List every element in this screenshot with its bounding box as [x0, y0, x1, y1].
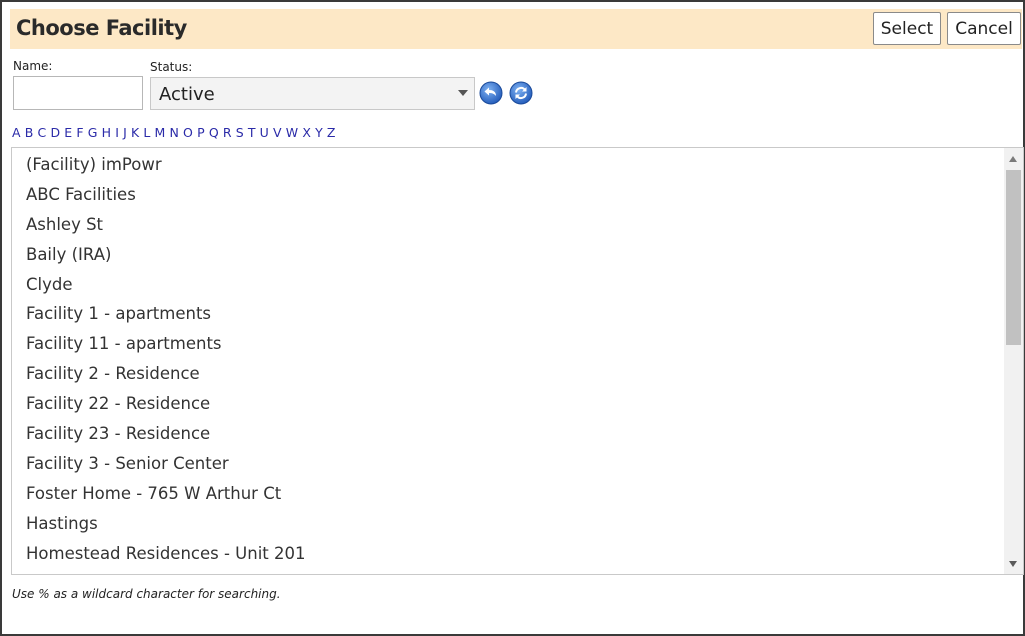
facility-list-item[interactable]: Facility 3 - Senior Center [26, 449, 999, 479]
dialog-header: Choose Facility Select Cancel [10, 9, 1022, 49]
letter-filter-p[interactable]: P [197, 125, 205, 140]
facility-list-item[interactable]: Facility 11 - apartments [26, 329, 999, 359]
letter-filter-y[interactable]: Y [315, 125, 323, 140]
wildcard-hint: Use % as a wildcard character for search… [12, 587, 281, 601]
letter-filter-o[interactable]: O [183, 125, 193, 140]
letter-filter-t[interactable]: T [248, 125, 256, 140]
letter-filter-w[interactable]: W [286, 125, 298, 140]
name-label: Name: [13, 59, 53, 73]
letter-filter-f[interactable]: F [76, 125, 83, 140]
letter-filter-g[interactable]: G [88, 125, 98, 140]
undo-arrow-icon[interactable] [479, 81, 503, 105]
scroll-up-arrow-icon[interactable] [1009, 156, 1017, 162]
facility-list-item[interactable]: Facility 22 - Residence [26, 389, 999, 419]
facility-list-item[interactable]: Hastings [26, 509, 999, 539]
facility-list-item[interactable]: Facility 23 - Residence [26, 419, 999, 449]
letter-filter-m[interactable]: M [155, 125, 166, 140]
letter-filter-i[interactable]: I [115, 125, 119, 140]
scrollbar-thumb[interactable] [1006, 170, 1021, 345]
facility-list-items: (Facility) imPowr ABC Facilities Ashley St… [26, 150, 999, 568]
cancel-button[interactable]: Cancel [947, 12, 1021, 45]
dropdown-arrow-icon [458, 90, 468, 96]
letter-filter-s[interactable]: S [236, 125, 244, 140]
letter-filter-z[interactable]: Z [327, 125, 336, 140]
letter-filter-j[interactable]: J [123, 125, 127, 140]
facility-list-item[interactable]: Foster Home - 765 W Arthur Ct [26, 479, 999, 509]
facility-list-item[interactable]: (Facility) imPowr [26, 150, 999, 180]
dialog-title: Choose Facility [16, 16, 187, 40]
letter-filter-l[interactable]: L [143, 125, 150, 140]
letter-filter-v[interactable]: V [273, 125, 282, 140]
name-input[interactable] [13, 76, 143, 110]
facility-list: (Facility) imPowr ABC Facilities Ashley St… [11, 147, 1024, 575]
facility-list-item[interactable]: Baily (IRA) [26, 240, 999, 270]
facility-list-item[interactable]: Homestead Residences - Unit 201 [26, 539, 999, 569]
facility-list-item[interactable]: Clyde [26, 270, 999, 300]
letter-filter-x[interactable]: X [302, 125, 311, 140]
letter-filter-c[interactable]: C [38, 125, 47, 140]
status-selected-value: Active [159, 84, 215, 105]
alphabet-filter: ABCDEFGHIJKLMNOPQRSTUVWXYZ [12, 125, 340, 140]
facility-list-item[interactable]: Facility 2 - Residence [26, 359, 999, 389]
letter-filter-r[interactable]: R [223, 125, 232, 140]
letter-filter-e[interactable]: E [64, 125, 72, 140]
choose-facility-dialog: Choose Facility Select Cancel Name: Stat… [0, 0, 1025, 636]
letter-filter-n[interactable]: N [170, 125, 179, 140]
scroll-down-arrow-icon[interactable] [1009, 561, 1017, 567]
letter-filter-a[interactable]: A [12, 125, 21, 140]
status-label: Status: [150, 60, 193, 74]
letter-filter-q[interactable]: Q [209, 125, 219, 140]
facility-list-item[interactable]: ABC Facilities [26, 180, 999, 210]
select-button[interactable]: Select [873, 12, 941, 45]
letter-filter-k[interactable]: K [131, 125, 139, 140]
facility-list-item[interactable]: Facility 1 - apartments [26, 299, 999, 329]
letter-filter-d[interactable]: D [50, 125, 60, 140]
letter-filter-h[interactable]: H [102, 125, 111, 140]
refresh-icon[interactable] [509, 81, 533, 105]
status-select[interactable]: Active [150, 77, 475, 110]
letter-filter-b[interactable]: B [25, 125, 34, 140]
scrollbar[interactable] [1004, 148, 1023, 574]
letter-filter-u[interactable]: U [260, 125, 269, 140]
facility-list-item[interactable]: Ashley St [26, 210, 999, 240]
